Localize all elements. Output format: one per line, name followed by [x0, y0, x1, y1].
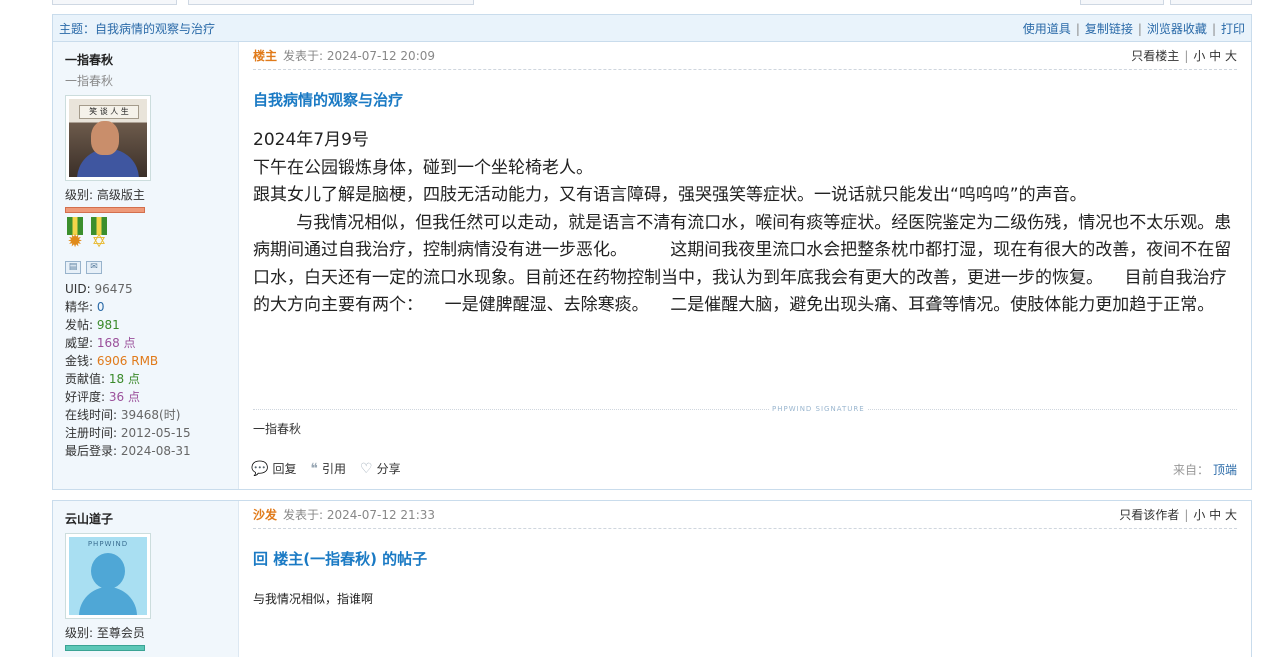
signature-tag: PHPWIND SIGNATURE [769, 405, 868, 413]
post-actions: 💬 回复 ❝ 引用 ♡ 分享 [251, 460, 401, 477]
avatar[interactable]: PHPWIND [65, 533, 151, 619]
level-bar [65, 207, 145, 213]
profile-icon[interactable]: ▤ [65, 261, 81, 274]
stat-row: UID: 96475 [65, 282, 133, 296]
bookmark-link[interactable]: 浏览器收藏 [1147, 22, 1207, 36]
post-meta: 沙发 发表于: 2024-07-12 21:33 只看该作者 | 小 中 大 [253, 501, 1237, 529]
top-link[interactable]: 顶端 [1213, 463, 1237, 477]
tab-stub[interactable] [188, 0, 474, 5]
stat-row: 注册时间: 2012-05-15 [65, 426, 191, 440]
medals: ✹ ✡ [65, 217, 226, 253]
stat-row: 发帖: 981 [65, 318, 120, 332]
topic-subject: 主题：自我病情的观察与治疗 [59, 20, 215, 37]
post-floor-1: 一指春秋 一指春秋 笑 谈 人 生 级别: 高级版主 ✹ ✡ ▤ ✉ UID: … [52, 42, 1252, 490]
stat-row: 好评度: 36 点 [65, 390, 140, 404]
only-author-link[interactable]: 只看楼主 [1131, 49, 1179, 63]
body-line: 下午在公园锻炼身体，碰到一个坐轮椅老人。 [253, 157, 593, 178]
quote-button[interactable]: ❝ 引用 [310, 460, 346, 477]
author-stats: UID: 96475 精华: 0 发帖: 981 威望: 168 点 金钱: 6… [65, 280, 226, 460]
font-size-links[interactable]: 小 中 大 [1193, 49, 1237, 63]
signature: 一指春秋 [253, 422, 302, 436]
stat-row: 金钱: 6906 RMB [65, 354, 159, 368]
signature-divider [253, 409, 1237, 410]
stat-row: 精华: 0 [65, 300, 105, 314]
post-body: 2024年7月9号 下午在公园锻炼身体，碰到一个坐轮椅老人。 跟其女儿了解是脑梗… [253, 127, 1237, 320]
stat-row: 威望: 168 点 [65, 336, 136, 350]
tab-stub[interactable] [52, 0, 177, 5]
post-content: 楼主 发表于: 2024-07-12 20:09 只看楼主 | 小 中 大 自我病情的… [239, 42, 1251, 489]
level-bar [65, 645, 145, 651]
post-title: 回 楼主(一指春秋) 的帖子 [253, 550, 428, 568]
top-tabs [52, 0, 1252, 5]
reply-button[interactable]: 💬 回复 [251, 460, 296, 477]
quote-icon: ❝ [310, 460, 318, 477]
author-sidebar: 云山道子 PHPWIND 级别: 至尊会员 [53, 501, 239, 657]
body-line: 与我情况相似，但我任然可以走动，就是语言不清有流口水，喉间有痰等症状。经医院鉴定… [253, 212, 1232, 316]
author-name[interactable]: 一指春秋 [65, 51, 226, 68]
post-source: 来自： 顶端 [1172, 463, 1237, 477]
topic-bar: 主题：自我病情的观察与治疗 使用道具 | 复制链接 | 浏览器收藏 | 打印 [52, 14, 1252, 42]
avatar-photo: 笑 谈 人 生 [69, 99, 147, 177]
author-level: 级别: 高级版主 [65, 188, 145, 202]
post-time: 发表于: 2024-07-12 21:33 [283, 508, 436, 522]
stat-row: 贡献值: 18 点 [65, 372, 140, 386]
use-tools-link[interactable]: 使用道具 [1023, 22, 1071, 36]
author-sidebar: 一指春秋 一指春秋 笑 谈 人 生 级别: 高级版主 ✹ ✡ ▤ ✉ UID: … [53, 42, 239, 489]
stat-row: 最后登录: 2024-08-31 [65, 444, 191, 458]
post-floor-2: 云山道子 PHPWIND 级别: 至尊会员 沙发 发表于: 2024-07-12 … [52, 500, 1252, 657]
post-time: 发表于: 2024-07-12 20:09 [283, 49, 436, 63]
reply-icon: 💬 [251, 460, 269, 477]
author-subtitle: 一指春秋 [65, 74, 114, 88]
author-level: 级别: 至尊会员 [65, 626, 145, 640]
only-author-link[interactable]: 只看该作者 [1119, 508, 1179, 522]
body-line: 2024年7月9号 [253, 130, 369, 150]
post-content: 沙发 发表于: 2024-07-12 21:33 只看该作者 | 小 中 大 回 楼主… [239, 501, 1251, 657]
share-button[interactable]: ♡ 分享 [360, 460, 401, 477]
topic-subject-label: 主题： [59, 21, 96, 36]
tab-stub[interactable] [1170, 0, 1252, 5]
author-name[interactable]: 云山道子 [65, 510, 226, 527]
default-avatar: PHPWIND [69, 537, 147, 615]
heart-icon: ♡ [360, 460, 373, 477]
post-body: 与我情况相似，指谁啊 [253, 592, 374, 606]
contact-icons: ▤ ✉ [65, 261, 226, 274]
floor-label: 沙发 [253, 508, 278, 522]
body-line: 跟其女儿了解是脑梗，四肢无活动能力，又有语言障碍，强哭强笑等症状。一说话就只能发… [253, 185, 1087, 205]
font-size-links[interactable]: 小 中 大 [1193, 508, 1237, 522]
medal-icon[interactable]: ✹ [65, 217, 85, 252]
post-meta: 楼主 发表于: 2024-07-12 20:09 只看楼主 | 小 中 大 [253, 42, 1237, 70]
floor-label: 楼主 [253, 49, 278, 63]
tab-stub[interactable] [1080, 0, 1164, 5]
copy-link-link[interactable]: 复制链接 [1085, 22, 1133, 36]
topic-tools: 使用道具 | 复制链接 | 浏览器收藏 | 打印 [1022, 21, 1245, 36]
medal-icon[interactable]: ✡ [89, 217, 109, 252]
post-title: 自我病情的观察与治疗 [253, 91, 404, 109]
avatar[interactable]: 笑 谈 人 生 [65, 95, 151, 181]
stat-row: 在线时间: 39468(时) [65, 408, 181, 422]
message-icon[interactable]: ✉ [86, 261, 102, 274]
print-link[interactable]: 打印 [1221, 22, 1245, 36]
topic-subject-text[interactable]: 自我病情的观察与治疗 [95, 22, 215, 36]
